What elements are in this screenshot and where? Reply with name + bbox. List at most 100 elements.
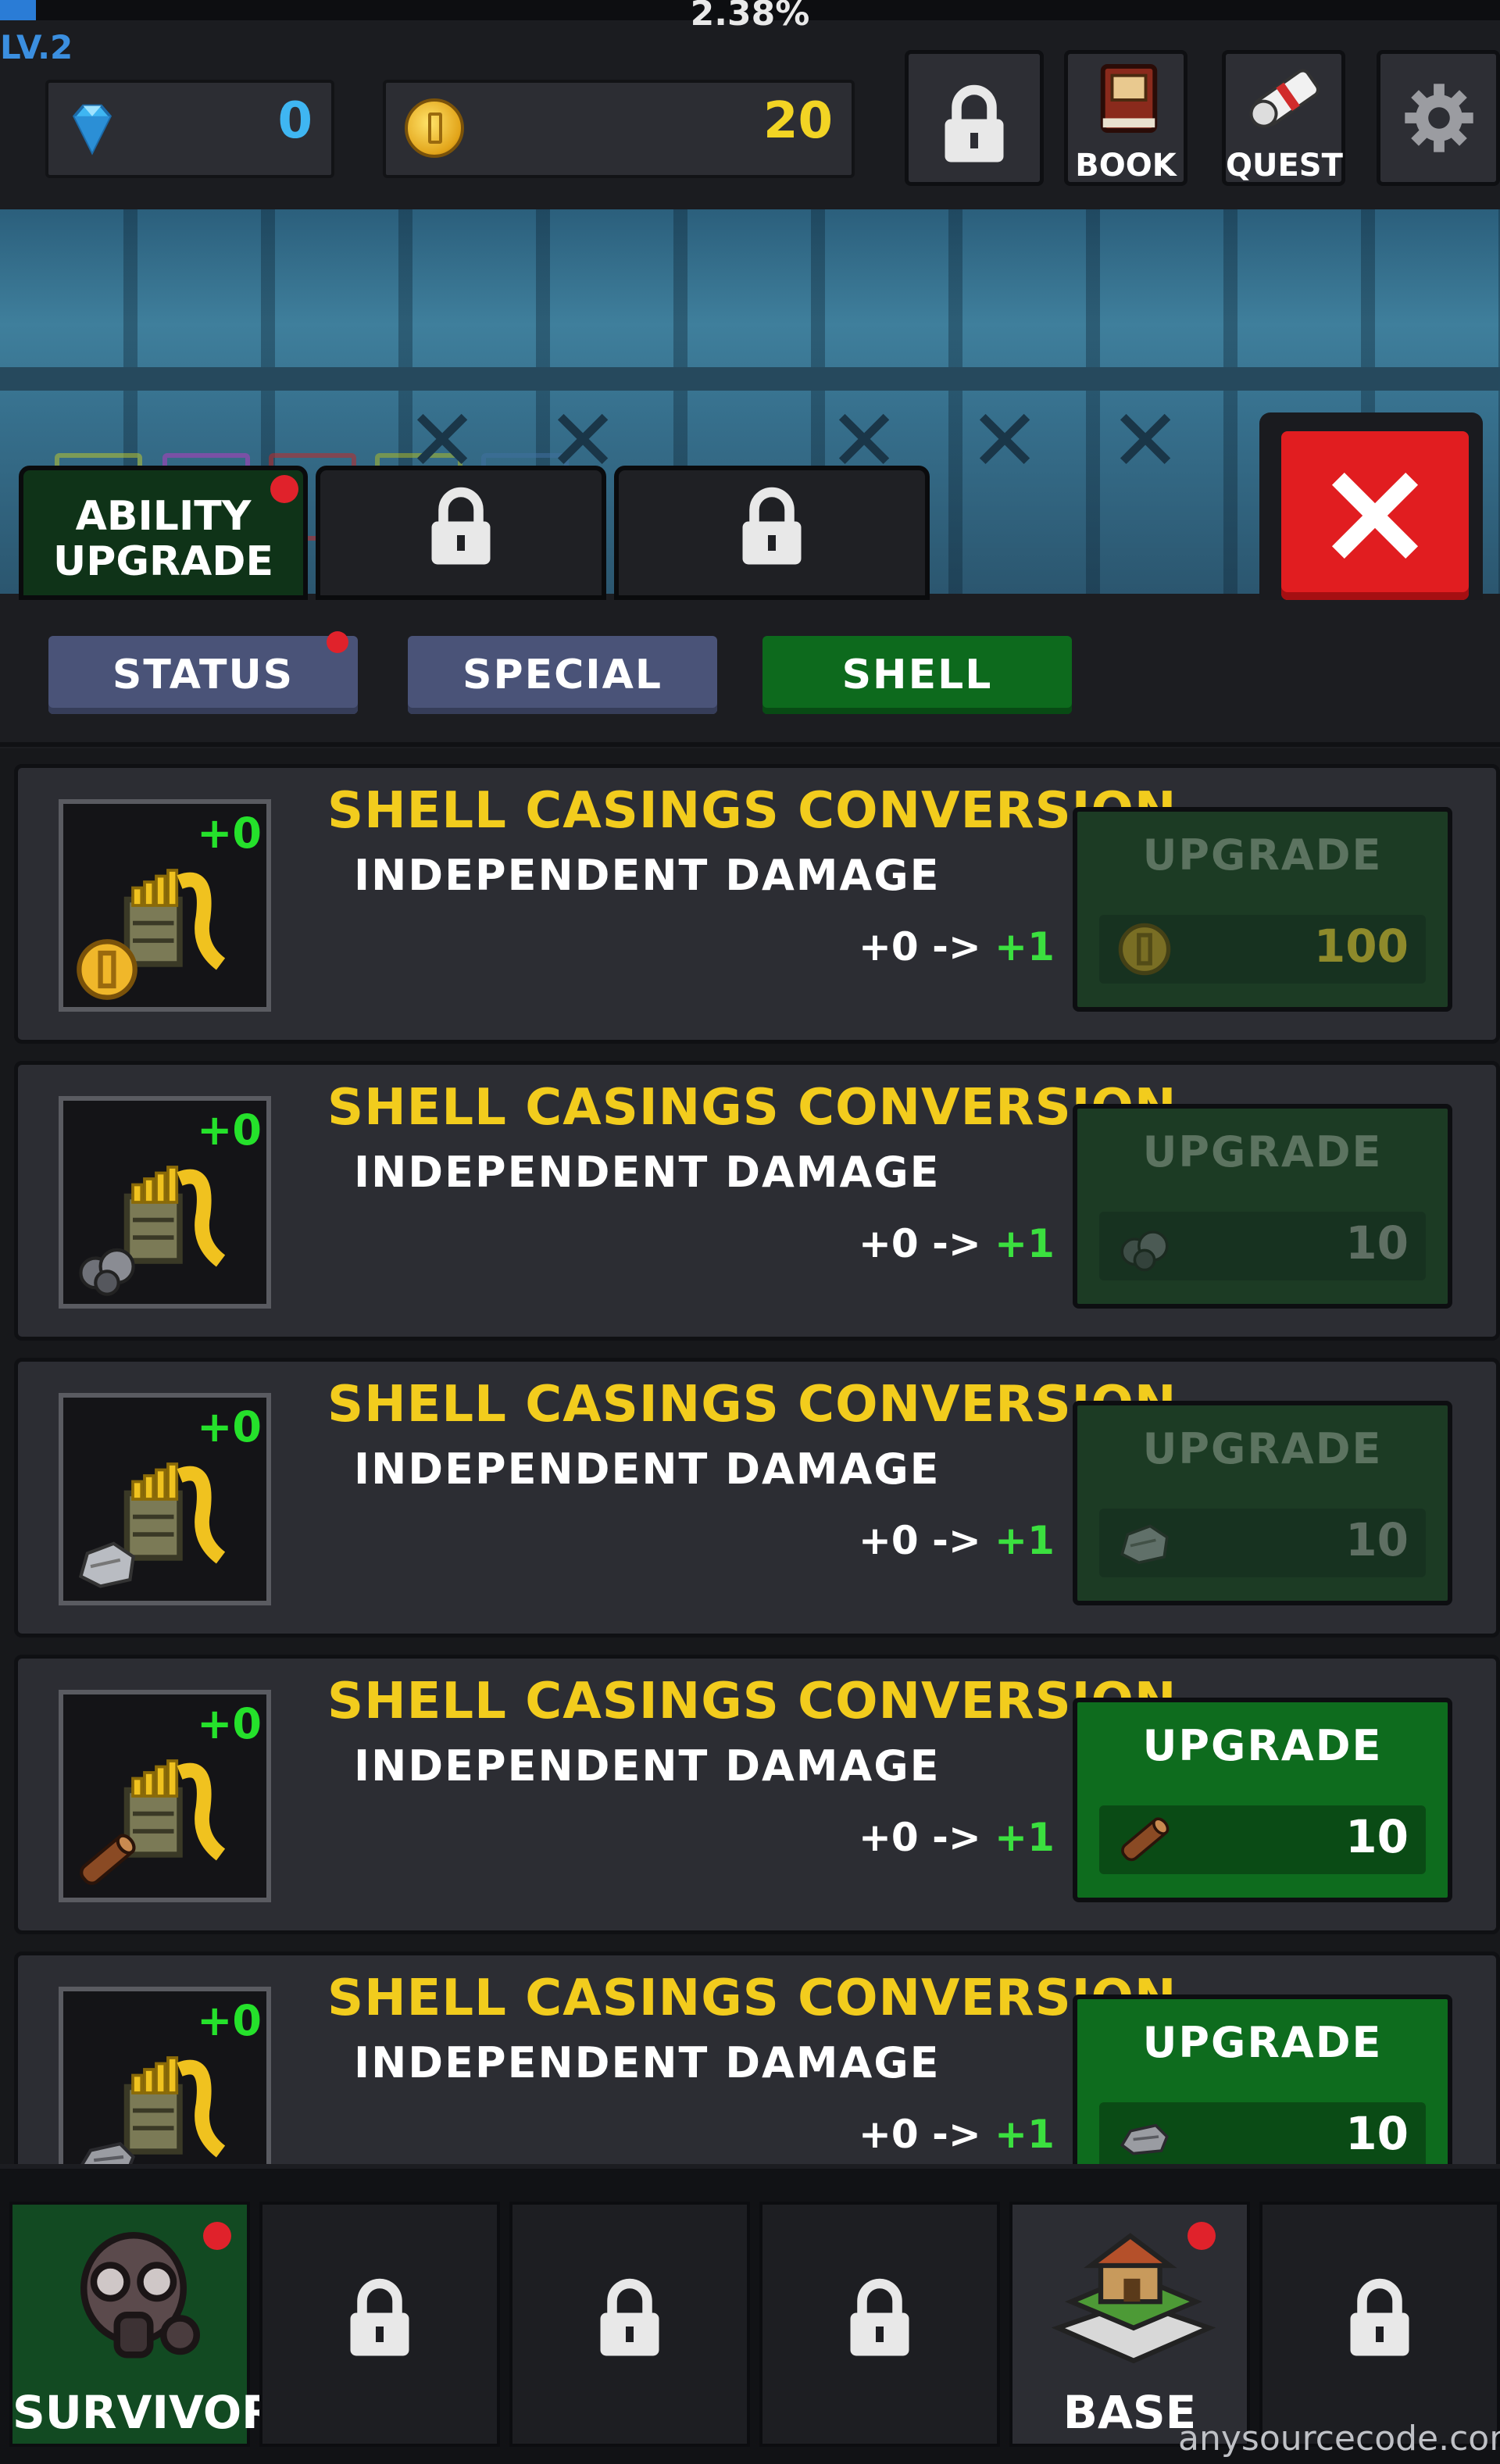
fence-x-decoration: ✕ — [969, 391, 1041, 491]
upgrade-button-label: UPGRADE — [1142, 2018, 1383, 2067]
upgrade-to-level: +1 — [995, 2112, 1055, 2157]
upgrade-description: INDEPENDENT DAMAGE — [354, 1741, 941, 1791]
ore-icon — [74, 1234, 140, 1296]
nav-locked[interactable] — [259, 2202, 500, 2447]
cost-coin-icon — [1116, 921, 1173, 977]
cost-ore-icon — [1116, 1218, 1173, 1274]
shell-conversion-icon: +0 — [59, 1987, 271, 2164]
gem-count: 0 — [277, 92, 312, 150]
lock-icon — [945, 84, 1004, 162]
gem-counter: 0 — [45, 80, 334, 178]
shell-conversion-icon: +0 — [59, 799, 271, 1012]
nav-survivor[interactable]: SURVIVOR — [9, 2202, 277, 2447]
upgrade-cost-value: 10 — [1345, 1216, 1409, 1269]
upgrade-button[interactable]: UPGRADE 100 — [1073, 807, 1452, 1012]
nav-locked[interactable] — [509, 2202, 750, 2447]
upgrade-cost: 10 — [1099, 2102, 1426, 2164]
settings-button[interactable] — [1377, 50, 1500, 186]
nav-locked[interactable] — [1259, 2202, 1500, 2447]
player-level: LV.2 — [0, 28, 73, 66]
watermark: anysourcecode.com — [1178, 2419, 1500, 2459]
upgrade-to-level: +1 — [995, 924, 1055, 970]
upgrade-cost-value: 10 — [1345, 1513, 1409, 1566]
upgrade-title: SHELL CASINGS CONVERSION — [327, 782, 1177, 840]
upgrade-cost: 10 — [1099, 1805, 1426, 1874]
lock-icon — [600, 2278, 659, 2356]
upgrade-row: +0 SHELL CASINGS CONVERSION INDEPENDENT … — [14, 1358, 1500, 1637]
cost-wood-icon — [1116, 1812, 1173, 1868]
upgrade-row: +0 SHELL CASINGS CONVERSION INDEPENDENT … — [14, 1061, 1500, 1341]
top-bar: 2.38% LV.2 0 20 BOOK QUEST — [0, 0, 1500, 209]
upgrade-button[interactable]: UPGRADE 10 — [1073, 1698, 1452, 1902]
upgrade-button[interactable]: UPGRADE 10 — [1073, 1104, 1452, 1309]
upgrade-cost-value: 10 — [1345, 1810, 1409, 1863]
nav-locked[interactable] — [759, 2202, 1000, 2447]
coin-count: 20 — [762, 92, 833, 150]
upgrade-button-label: UPGRADE — [1142, 1127, 1383, 1177]
upgrade-button-label: UPGRADE — [1142, 1721, 1383, 1770]
upgrade-button[interactable]: UPGRADE 10 — [1073, 1401, 1452, 1605]
upgrade-description: INDEPENDENT DAMAGE — [354, 1148, 941, 1197]
lock-icon — [850, 2278, 909, 2356]
upgrade-from-level: +0 -> — [859, 1221, 981, 1266]
upgrade-to-level: +1 — [995, 1518, 1055, 1563]
upgrade-level-change: +0 -> +1 — [859, 924, 1055, 970]
upgrade-level-badge: +0 — [197, 1105, 262, 1155]
upgrade-level-badge: +0 — [197, 809, 262, 858]
upgrade-button-label: UPGRADE — [1142, 830, 1383, 880]
stone-icon — [74, 1530, 140, 1590]
upgrade-cost-value: 100 — [1313, 920, 1409, 973]
quest-button[interactable]: QUEST — [1222, 50, 1345, 186]
locked-menu-button[interactable] — [905, 50, 1044, 186]
gear-icon — [1405, 84, 1473, 152]
coin-icon — [74, 937, 140, 1000]
upgrade-row: +0 SHELL CASINGS CONVERSION INDEPENDENT … — [14, 1952, 1500, 2164]
upgrade-from-level: +0 -> — [859, 1815, 981, 1860]
upgrade-title: SHELL CASINGS CONVERSION — [327, 1376, 1177, 1434]
upgrade-row: +0 SHELL CASINGS CONVERSION INDEPENDENT … — [14, 764, 1500, 1044]
nav-survivor-label: SURVIVOR — [12, 2386, 277, 2439]
coin-counter: 20 — [383, 80, 855, 178]
upgrade-level-change: +0 -> +1 — [859, 1815, 1055, 1860]
tab-locked[interactable] — [614, 466, 930, 600]
upgrade-from-level: +0 -> — [859, 1518, 981, 1563]
cost-scrap-icon — [1116, 2109, 1173, 2164]
tab-locked[interactable] — [316, 466, 606, 600]
book-icon — [1100, 63, 1158, 134]
fence-x-decoration: ✕ — [1109, 391, 1182, 491]
notification-dot — [270, 475, 298, 503]
upgrade-button-label: UPGRADE — [1142, 1424, 1383, 1473]
notification-dot — [1188, 2222, 1216, 2250]
upgrade-level-change: +0 -> +1 — [859, 2112, 1055, 2157]
tab-ability-upgrade[interactable]: ABILITY UPGRADE — [19, 466, 308, 600]
xp-progress-text: 2.38% — [690, 0, 810, 34]
notification-dot — [327, 631, 348, 653]
subtab-shell[interactable]: SHELL — [762, 636, 1072, 714]
quest-label: QUEST — [1226, 148, 1343, 184]
book-label: BOOK — [1075, 148, 1177, 184]
fence-rail — [0, 367, 1500, 391]
subtab-special[interactable]: SPECIAL — [408, 636, 717, 714]
subtab-status[interactable]: STATUS — [48, 636, 358, 714]
sub-tab-bar: STATUS SPECIAL SHELL — [0, 600, 1500, 747]
cost-stone-icon — [1116, 1515, 1173, 1571]
nav-base[interactable]: BASE — [1009, 2202, 1250, 2447]
upgrade-button[interactable]: UPGRADE 10 — [1073, 1994, 1452, 2164]
notification-dot — [203, 2222, 231, 2250]
upgrade-description: INDEPENDENT DAMAGE — [354, 1444, 941, 1494]
book-button[interactable]: BOOK — [1064, 50, 1188, 186]
upgrade-description: INDEPENDENT DAMAGE — [354, 2038, 941, 2087]
close-button[interactable] — [1281, 431, 1469, 600]
upgrade-from-level: +0 -> — [859, 924, 981, 970]
scroll-icon — [1249, 69, 1320, 128]
base-house-icon — [1052, 2233, 1216, 2364]
upgrade-description: INDEPENDENT DAMAGE — [354, 851, 941, 900]
shell-conversion-icon: +0 — [59, 1690, 271, 1902]
upgrade-title: SHELL CASINGS CONVERSION — [327, 1079, 1177, 1137]
close-icon — [1331, 472, 1419, 559]
gem-icon — [72, 104, 112, 155]
scrap-icon — [74, 2124, 140, 2164]
upgrade-to-level: +1 — [995, 1221, 1055, 1266]
upgrade-cost: 10 — [1099, 1212, 1426, 1280]
lock-icon — [1350, 2278, 1409, 2356]
